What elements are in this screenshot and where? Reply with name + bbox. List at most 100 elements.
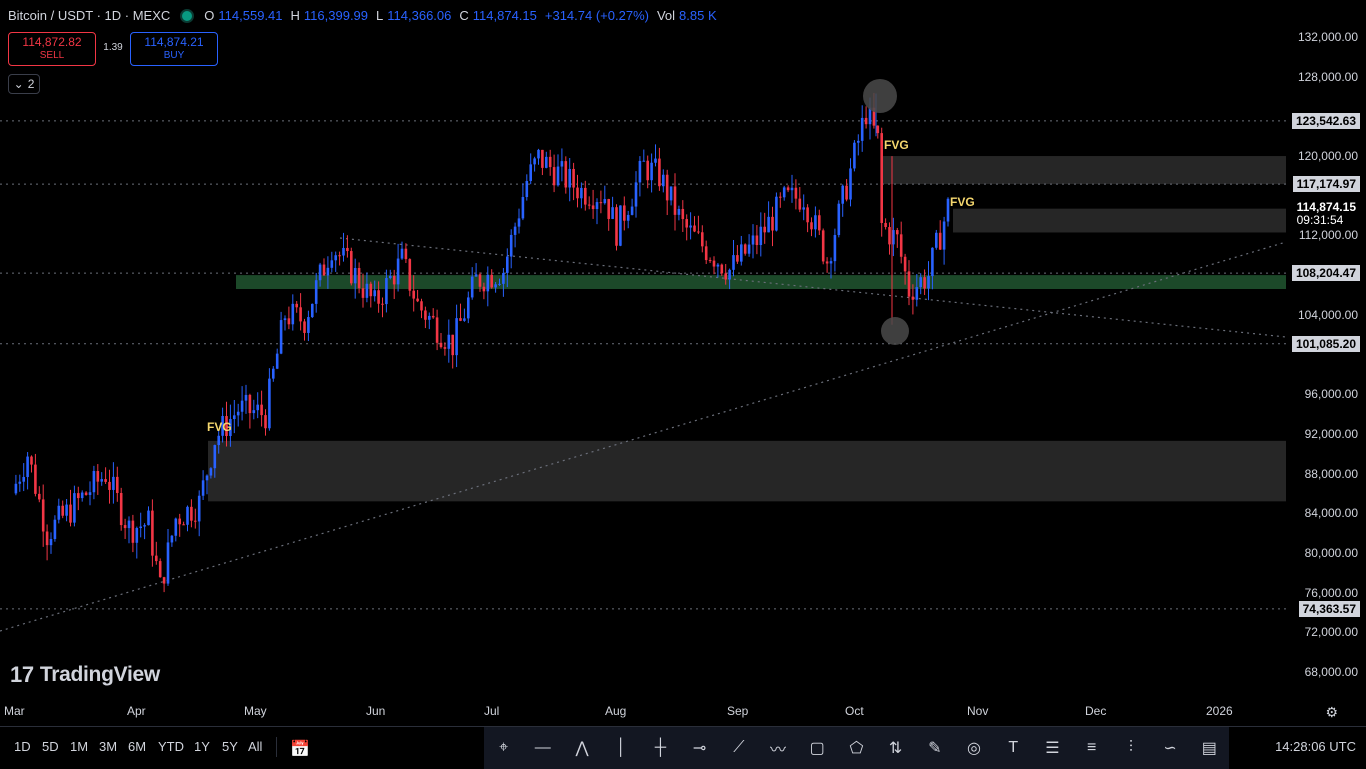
candle-body [884, 222, 887, 228]
date-range-calendar-icon[interactable]: 📅 [290, 739, 310, 759]
candle-body [143, 525, 146, 527]
horizontal-line-icon[interactable]: — [530, 735, 556, 761]
range-button-all[interactable]: All [248, 739, 262, 754]
range-button-5y[interactable]: 5Y [222, 739, 238, 754]
candle-body [353, 268, 357, 284]
range-button-3m[interactable]: 3M [99, 739, 117, 754]
symbol-title[interactable]: Bitcoin / USDT · 1D · MEXC [8, 8, 170, 23]
cursor-cross-icon[interactable]: ⌖ [491, 735, 517, 761]
buy-button[interactable]: 114,874.21 BUY [130, 32, 218, 66]
candle-body [162, 577, 166, 584]
candle-body [552, 167, 556, 186]
trend-line-icon[interactable]: ⟋ [726, 735, 752, 761]
candle-body [837, 203, 841, 236]
range-button-6m[interactable]: 6M [128, 739, 146, 754]
candle-body [240, 400, 244, 412]
candle-body [689, 225, 692, 228]
horizontal-ray-icon[interactable]: ⊸ [687, 735, 713, 761]
volume-label: Vol [656, 8, 676, 23]
last-price-tag: 114,874.15 09:31:54 [1292, 199, 1360, 228]
range-button-1d[interactable]: 1D [14, 739, 31, 754]
curve-icon[interactable]: ∽ [1157, 735, 1183, 761]
candle-body [658, 158, 661, 187]
long-position-icon[interactable]: ⇅ [883, 735, 909, 761]
volume-profile-icon[interactable]: ▤ [1196, 735, 1222, 761]
candle-body [630, 206, 634, 215]
circle-icon[interactable]: ◎ [961, 735, 987, 761]
candle-body [860, 117, 864, 141]
candle-body [330, 260, 334, 268]
high-marker [863, 79, 897, 113]
range-button-ytd[interactable]: YTD [158, 739, 184, 754]
utc-clock[interactable]: 14:28:06 UTC [1275, 739, 1356, 754]
candle-body [751, 235, 755, 245]
open-value: 114,559.41 [218, 8, 283, 23]
candle-body [307, 317, 310, 333]
fib-retracement-icon[interactable]: ☰ [1039, 735, 1065, 761]
polygon-icon[interactable]: ⬠ [843, 735, 869, 761]
cross-line-icon[interactable]: ┼ [647, 735, 673, 761]
text-icon[interactable]: T [1000, 735, 1026, 761]
bar-countdown: 09:31:54 [1296, 212, 1344, 227]
fib-extension-icon[interactable]: ≡ [1079, 735, 1105, 761]
candle-body [490, 274, 493, 288]
candle-body [626, 214, 630, 221]
candle-body [541, 149, 544, 168]
candle-body [186, 506, 189, 525]
range-button-1m[interactable]: 1M [70, 739, 88, 754]
candle-body [385, 278, 388, 305]
settings-gear-icon[interactable]: ⚙ [1325, 704, 1338, 721]
candle-body [517, 218, 521, 227]
candle-body [361, 288, 365, 298]
candle-body [825, 261, 829, 264]
candle-body [443, 347, 447, 349]
indicators-collapse-button[interactable]: ⌄ 2 [8, 74, 40, 94]
candle-body [447, 334, 451, 349]
candle-body [720, 264, 724, 274]
chart-window: Bitcoin / USDT · 1D · MEXC O 114,559.41 H… [0, 0, 1366, 769]
candle-body [197, 495, 201, 522]
sell-button[interactable]: 114,872.82 SELL [8, 32, 96, 66]
candle-body [201, 480, 205, 496]
range-button-5d[interactable]: 5D [42, 739, 59, 754]
candle-body [747, 244, 751, 254]
range-button-1y[interactable]: 1Y [194, 739, 210, 754]
candle-body [408, 259, 412, 291]
chevron-down-icon: ⌄ [13, 77, 24, 91]
path-icon[interactable]: 〰 [765, 735, 791, 761]
brush-icon[interactable]: ✎ [922, 735, 948, 761]
candle-body [420, 301, 423, 311]
candle-body [205, 475, 209, 481]
candle-body [767, 216, 770, 233]
change-value: +314.74 (+0.27%) [544, 8, 649, 23]
time-axis-tick: May [244, 704, 267, 718]
close-label: C [459, 8, 469, 23]
tradingview-logo[interactable]: 17 TradingView [10, 662, 160, 688]
price-axis-tick: 128,000.00 [1297, 69, 1358, 84]
candle-body [158, 561, 162, 578]
candle-body [568, 168, 571, 188]
candle-body [135, 528, 139, 543]
candle-body [151, 510, 154, 556]
candle-body [287, 318, 291, 325]
vertical-line-icon[interactable]: │ [608, 735, 634, 761]
candle-body [673, 186, 677, 215]
candle-body [424, 310, 427, 320]
pitchfork-icon[interactable]: ⫶ [1118, 735, 1144, 761]
candle-body [654, 158, 657, 163]
ascending-trend-line [0, 241, 1287, 632]
candle-body [236, 411, 240, 416]
candle-body [338, 255, 341, 257]
time-axis-tick: Sep [727, 704, 749, 718]
price-chart[interactable] [0, 0, 1366, 726]
candle-body [911, 296, 915, 300]
rectangle-icon[interactable]: ▢ [804, 735, 830, 761]
candle-body [529, 164, 532, 181]
candle-body [607, 199, 610, 219]
candle-body [108, 481, 111, 490]
candle-body [478, 274, 482, 287]
pattern-icon[interactable]: ⋀ [569, 735, 595, 761]
candle-body [701, 232, 704, 247]
candle-body [326, 267, 330, 276]
candle-body [833, 235, 837, 262]
